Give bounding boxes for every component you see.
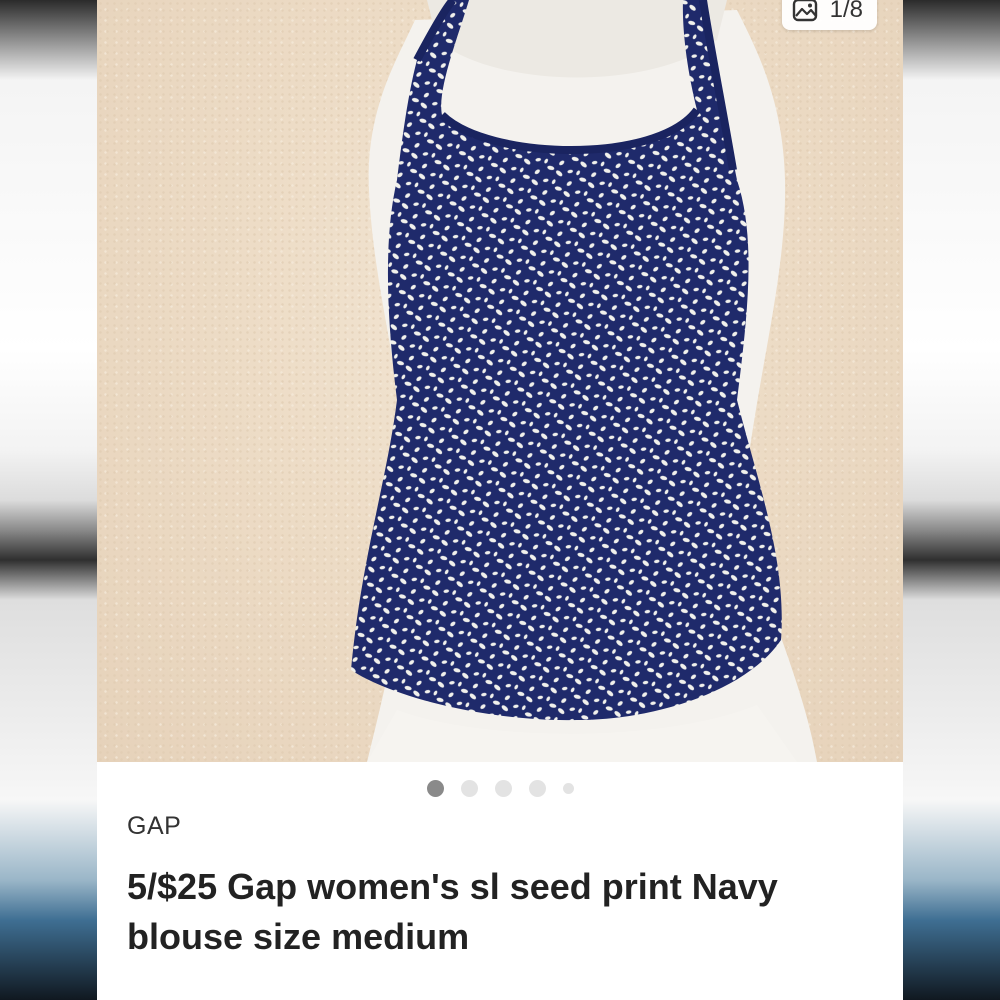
carousel-indicator[interactable]	[97, 777, 903, 799]
carousel-dot[interactable]	[426, 779, 444, 797]
carousel-dot[interactable]	[528, 779, 546, 797]
carousel-dot[interactable]	[562, 782, 574, 794]
image-counter: 1/8	[781, 0, 877, 30]
brand-name[interactable]: GAP	[127, 812, 181, 841]
carousel-dot[interactable]	[494, 779, 512, 797]
image-gallery-icon	[792, 0, 822, 23]
carousel-dot[interactable]	[460, 779, 478, 797]
product-photo[interactable]: 1/8	[97, 0, 903, 762]
listing-card: 1/8 GAP 5/$25 Gap women's sl seed print …	[97, 0, 903, 1000]
product-image	[351, 0, 817, 762]
image-counter-text: 1/8	[829, 0, 863, 23]
listing-title: 5/$25 Gap women's sl seed print Navy blo…	[127, 866, 778, 957]
